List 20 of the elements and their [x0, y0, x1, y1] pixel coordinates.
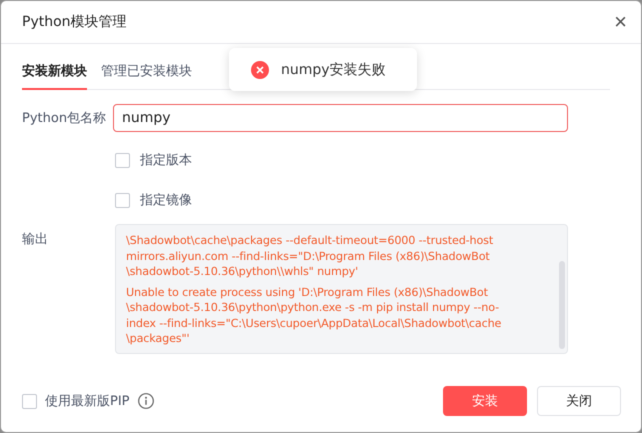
info-icon[interactable] [138, 393, 154, 409]
close-dialog-button[interactable]: 关闭 [537, 386, 621, 416]
window-title: Python模块管理 [22, 13, 127, 31]
toast-message: numpy安装失败 [281, 60, 386, 78]
close-button[interactable]: × [614, 11, 627, 33]
checkbox[interactable] [115, 152, 130, 168]
output-text: Unable to create process using 'D:\Program Files (x86)\ShadowBot \shadowbot-5.10.36\python\python.exe -s -m pip install numpy --no- index --find-links="C:\Users\cupoer\AppData\Local\Shadowbot\cache \packages"' [126, 284, 502, 346]
tab[interactable]: 安装新模块 [22, 58, 87, 90]
field-label: Python包名称 [22, 110, 108, 127]
field-label: 输出 [22, 231, 49, 248]
checkbox-label: 使用最新版PIP [45, 393, 130, 410]
output-text: \Shadowbot\cache\packages --default-timeout=6000 --trusted-host mirrors.aliyun.com --find-links="D:\Program Files (x86)\ShadowBot \shadowbot-5.10.36\python\\whls" numpy' [126, 233, 494, 280]
error-icon [251, 60, 269, 78]
tab[interactable]: 管理已安装模块 [101, 58, 192, 90]
checkbox[interactable] [115, 192, 130, 208]
scrollbar[interactable] [559, 261, 565, 349]
checkbox-label: 指定镜像 [140, 192, 192, 209]
input-field[interactable]: numpy [113, 104, 568, 132]
checkbox[interactable] [22, 394, 37, 408]
checkbox-label: 指定版本 [140, 152, 192, 169]
